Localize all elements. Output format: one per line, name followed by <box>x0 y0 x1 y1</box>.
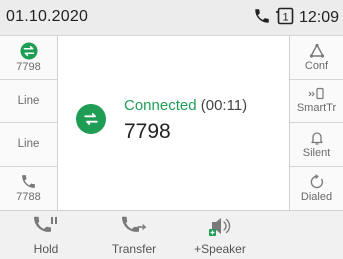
right-feature-keys: Conf SmartTr Silent Dialed <box>289 36 343 210</box>
conference-icon <box>309 43 325 60</box>
smart-transfer-icon <box>308 87 326 102</box>
call-status: Connected (00:11) <box>124 97 247 114</box>
transfer-phone-icon <box>121 215 147 242</box>
dialed-key-label: Dialed <box>300 190 333 203</box>
hold-button[interactable]: Hold <box>6 211 86 259</box>
redial-icon <box>309 174 325 191</box>
line-key-3[interactable]: Line <box>0 123 57 167</box>
left-line-keys: 7798 Line Line 7788 <box>0 36 58 210</box>
dialed-key[interactable]: Dialed <box>290 167 343 211</box>
speaker-icon <box>207 215 233 242</box>
transfer-arrows-icon <box>19 42 38 61</box>
call-panel: Connected (00:11) 7798 <box>58 36 289 210</box>
call-status-text: Connected <box>124 97 197 114</box>
line-key-icon: 1 <box>275 7 295 30</box>
svg-text:1: 1 <box>282 11 288 23</box>
hold-button-label: Hold <box>33 242 59 256</box>
call-number: 7798 <box>124 120 171 143</box>
transfer-button[interactable]: Transfer <box>94 211 174 259</box>
call-duration: (00:11) <box>200 97 248 114</box>
conf-key-label: Conf <box>304 59 329 72</box>
smart-transfer-key-label: SmartTr <box>296 102 337 115</box>
status-date: 01.10.2020 <box>6 8 89 25</box>
status-time: 12:09 <box>298 9 339 26</box>
smart-transfer-key[interactable]: SmartTr <box>290 80 343 123</box>
phone-icon <box>253 7 271 30</box>
line-key-7798[interactable]: 7798 <box>0 36 57 80</box>
conf-key[interactable]: Conf <box>290 36 343 80</box>
soft-key-bar: Hold Transfer +Speaker <box>0 210 343 259</box>
speaker-button-label: +Speaker <box>194 242 246 256</box>
line-key-2[interactable]: Line <box>0 80 57 123</box>
transfer-arrows-icon <box>76 104 106 134</box>
line-key-label: Line <box>17 94 40 107</box>
hold-icon <box>33 215 59 242</box>
phone-icon <box>20 173 37 191</box>
silent-key[interactable]: Silent <box>290 123 343 167</box>
status-indicators: 1 12:09 <box>253 6 339 30</box>
silent-key-label: Silent <box>302 146 331 159</box>
transfer-button-label: Transfer <box>111 242 157 256</box>
line-key-label: 7788 <box>16 191 41 204</box>
speaker-button[interactable]: +Speaker <box>180 211 260 259</box>
line-key-label: 7798 <box>16 60 41 73</box>
status-bar: 01.10.2020 1 12:09 <box>0 0 343 36</box>
line-key-label: Line <box>17 138 40 151</box>
line-key-7788[interactable]: 7788 <box>0 167 57 211</box>
bell-icon <box>309 130 325 147</box>
